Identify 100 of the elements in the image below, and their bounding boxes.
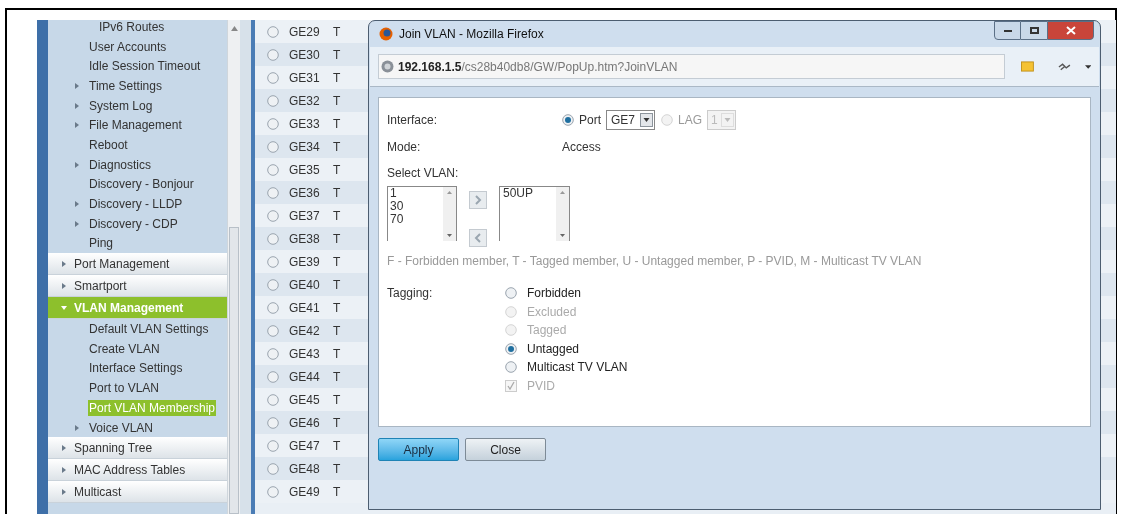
dropdown-arrow-icon[interactable] [1084,64,1091,69]
nav-section[interactable]: Port Management [48,253,227,276]
nav-item[interactable]: Create VLAN [88,340,161,357]
globe-icon [381,60,394,73]
nav-section[interactable]: Smartport [48,275,227,298]
scroll-down-icon[interactable] [447,234,452,237]
expand-icon [74,161,80,168]
nav-item[interactable]: Discovery - LLDP [88,196,184,213]
row-radio[interactable] [267,140,279,153]
table-cell-text: T [333,414,341,432]
port-cell-text: GE49 [289,483,321,501]
plugin-icon[interactable] [1057,61,1071,72]
nav-item[interactable]: Reboot [88,136,129,153]
url-text: 192.168.1.5/cs28b40db8/GW/PopUp.htm?JoinVLAN [398,58,678,76]
mode-value: Access [562,139,601,156]
row-radio[interactable] [267,186,279,199]
legend-text: F - Forbidden member, T - Tagged member, U - Untagged member, P - PVID, M - Multicast TV VLAN [387,253,923,270]
radio-label: Excluded [527,303,577,321]
row-radio[interactable] [267,71,279,84]
nav-item[interactable]: Default VLAN Settings [88,321,210,338]
row-radio[interactable] [267,462,279,475]
expand-icon [74,82,80,89]
radio-label: Forbidden [527,285,582,303]
port-cell-text: GE39 [289,253,321,271]
row-radio[interactable] [267,209,279,222]
nav-item[interactable]: System Log [88,97,154,114]
minimize-button[interactable] [994,21,1021,40]
table-cell-text: T [333,345,341,363]
radio-label: Tagged [527,322,567,340]
address-bar[interactable]: 192.168.1.5/cs28b40db8/GW/PopUp.htm?JoinVLAN [378,54,1005,79]
row-radio[interactable] [267,94,279,107]
list-item[interactable]: 1 [390,187,443,200]
list-item[interactable]: 30 [390,200,443,213]
nav-item[interactable]: IPv6 Routes [98,20,166,35]
nav-section[interactable]: Spanning Tree [48,437,227,460]
tagging-radio[interactable] [505,287,517,300]
field-label: Select VLAN: [387,165,459,182]
scroll-up-icon[interactable] [560,191,565,194]
interface-radio[interactable] [562,114,574,126]
expand-icon [61,282,67,289]
nav-item[interactable]: Idle Session Timeout [88,58,202,75]
port-cell-text: GE47 [289,437,321,455]
row-radio[interactable] [267,232,279,245]
field-label: Tagging: [387,285,434,302]
row-radio[interactable] [267,117,279,130]
scroll-down-icon[interactable] [560,234,565,237]
nav-item[interactable]: Discovery - CDP [88,215,179,232]
table-cell-text: T [333,391,341,409]
tagging-radio[interactable] [505,361,517,374]
dropdown[interactable]: GE7 [606,110,655,130]
row-radio[interactable] [267,485,279,498]
browser-logo-icon [379,27,393,41]
table-cell-text: T [333,207,341,225]
close-button[interactable]: Close [465,438,546,461]
nav-item[interactable]: Interface Settings [88,360,184,377]
nav-item[interactable]: Time Settings [88,77,163,94]
nav-item[interactable]: Voice VLAN [88,419,155,436]
row-radio[interactable] [267,278,279,291]
nav-item[interactable]: File Management [88,117,183,134]
table-cell-text: T [333,460,341,478]
row-radio[interactable] [267,416,279,429]
nav-item[interactable]: Ping [88,235,115,252]
list-item[interactable]: 50UP [503,187,556,200]
table-cell-text: T [333,161,341,179]
member-vlan-list[interactable]: 50UP [499,186,570,241]
table-cell-text: T [333,299,341,317]
scroll-up-icon[interactable] [447,191,452,194]
nav-item[interactable]: Discovery - Bonjour [88,176,195,193]
addon-icon[interactable] [1020,61,1034,72]
scroll-up-icon[interactable] [230,26,238,31]
row-radio[interactable] [267,255,279,268]
apply-button[interactable]: Apply [378,438,459,461]
row-radio[interactable] [267,163,279,176]
nav-section[interactable]: MAC Address Tables [48,459,227,482]
expand-icon [74,201,80,208]
table-cell-text: T [333,276,341,294]
row-radio[interactable] [267,48,279,61]
nav-item[interactable]: Diagnostics [88,156,153,173]
row-radio[interactable] [267,347,279,360]
close-window-button[interactable] [1047,21,1094,40]
nav-item[interactable]: User Accounts [88,38,168,55]
port-cell-text: GE44 [289,368,321,386]
maximize-button[interactable] [1021,21,1047,40]
radio-label: Untagged [527,340,580,358]
available-vlan-list[interactable]: 1 30 70 [387,186,457,241]
tagging-radio[interactable] [505,342,517,355]
nav-item[interactable]: Port to VLAN [88,380,161,397]
table-cell-text: T [333,138,341,156]
port-cell-text: GE38 [289,230,321,248]
field-label: Interface: [387,112,439,129]
nav-section[interactable]: Multicast [48,481,227,504]
list-item[interactable]: 70 [390,213,443,226]
row-radio[interactable] [267,439,279,452]
row-radio[interactable] [267,25,279,38]
row-radio[interactable] [267,370,279,383]
port-cell-text: GE40 [289,276,321,294]
row-radio[interactable] [267,324,279,337]
row-radio[interactable] [267,301,279,314]
row-radio[interactable] [267,393,279,406]
expand-icon [61,444,67,451]
